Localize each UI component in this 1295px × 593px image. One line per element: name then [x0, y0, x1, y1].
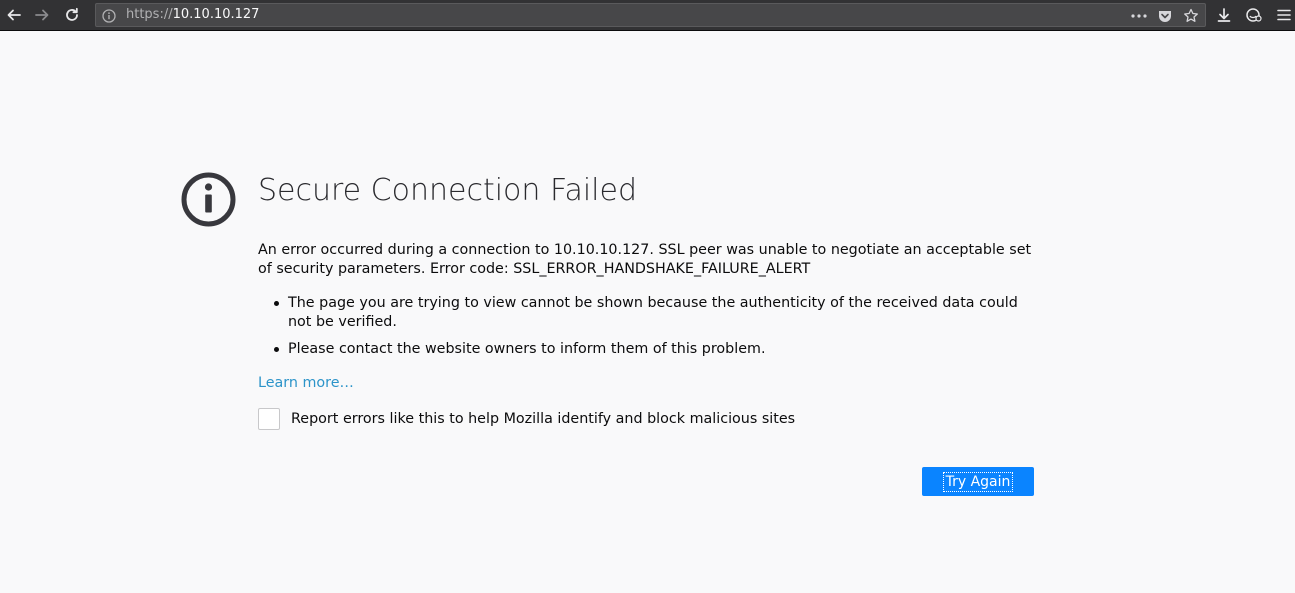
forward-icon[interactable] [30, 4, 54, 26]
page-title: Secure Connection Failed [258, 173, 638, 208]
url-text[interactable]: https://10.10.10.127 [126, 7, 259, 22]
bookmark-star-icon[interactable] [1181, 6, 1201, 26]
report-errors-option[interactable]: Report errors like this to help Mozilla … [258, 408, 795, 430]
learn-more-link[interactable]: Learn more… [258, 375, 354, 391]
list-item: The page you are trying to view cannot b… [274, 294, 1028, 332]
try-again-button[interactable]: Try Again [922, 467, 1034, 496]
bullet-icon [274, 301, 279, 306]
list-item-text: Please contact the website owners to inf… [288, 341, 766, 357]
report-errors-checkbox[interactable] [258, 408, 280, 430]
list-item-text: The page you are trying to view cannot b… [288, 295, 1018, 330]
info-icon[interactable] [102, 8, 116, 23]
bullet-icon [274, 347, 279, 352]
browser-toolbar: https://10.10.10.127 [0, 0, 1295, 31]
url-host: 10.10.10.127 [172, 7, 260, 22]
url-actions [1129, 6, 1201, 26]
report-errors-label[interactable]: Report errors like this to help Mozilla … [291, 411, 795, 427]
reload-icon[interactable] [60, 4, 84, 26]
try-again-label: Try Again [942, 471, 1014, 492]
info-circle-icon [181, 172, 236, 227]
pocket-icon[interactable] [1155, 6, 1175, 26]
library-icon[interactable] [1242, 4, 1266, 26]
url-bar[interactable]: https://10.10.10.127 [95, 3, 1206, 27]
list-item: Please contact the website owners to inf… [274, 340, 1028, 359]
back-icon[interactable] [2, 4, 26, 26]
more-icon[interactable] [1129, 6, 1149, 26]
downloads-icon[interactable] [1212, 4, 1236, 26]
menu-icon[interactable] [1272, 4, 1295, 26]
error-description: An error occurred during a connection to… [258, 242, 1032, 277]
error-details-list: The page you are trying to view cannot b… [274, 294, 1028, 367]
url-scheme: https:// [126, 7, 173, 22]
